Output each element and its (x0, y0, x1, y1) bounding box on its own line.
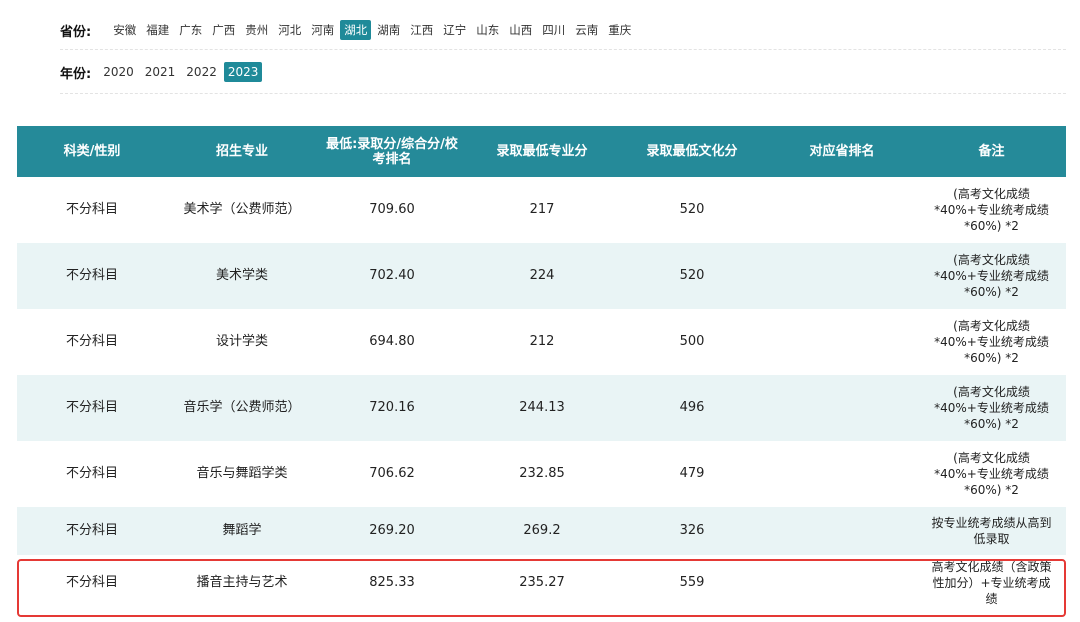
cell-min-major-score: 232.85 (519, 466, 565, 481)
cell-min-major-score: 224 (467, 243, 617, 309)
year-option[interactable]: 2023 (223, 62, 263, 82)
province-label: 省份: (60, 24, 92, 40)
table-row: 不分科目 播音主持与艺术 825.33 235.27 559 高考文化成绩（含政策性加分）… (17, 555, 1066, 611)
cell-min-culture-score: 520 (617, 243, 767, 309)
province-option[interactable]: 贵州 (241, 20, 272, 40)
cell-min-major-score: 235.27 (519, 575, 565, 590)
cell-min-score: 702.40 (317, 243, 467, 309)
table-row: 不分科目 美术学（公费师范） 709.60 217 520 (高考文化成绩*40%+专业统… (17, 177, 1066, 243)
province-option[interactable]: 安徽 (109, 20, 140, 40)
cell-min-score: 709.60 (369, 202, 415, 217)
cell-major: 设计学类 (215, 334, 268, 349)
cell-min-culture-score: 559 (679, 575, 705, 590)
table-row: 不分科目 音乐与舞蹈学类 706.62 232.85 479 (高考文化成绩*40%+专业… (17, 441, 1066, 507)
cell-category: 不分科目 (17, 507, 167, 555)
cell-min-major-score: 244.13 (467, 375, 617, 441)
province-option[interactable]: 山东 (472, 20, 503, 40)
header-min-culture-score: 录取最低文化分 (617, 126, 767, 177)
cell-min-score: 269.20 (317, 507, 467, 555)
year-option[interactable]: 2021 (141, 62, 180, 82)
cell-min-culture-score: 326 (617, 507, 767, 555)
cell-major: 音乐与舞蹈学类 (196, 466, 288, 481)
year-filter: 年份: 2020 2021 2022 2023 (60, 61, 265, 83)
cell-province-rank (767, 375, 917, 441)
cell-province-rank (767, 507, 917, 555)
province-option[interactable]: 山西 (505, 20, 536, 40)
cell-major: 音乐学（公费师范） (167, 375, 317, 441)
province-option[interactable]: 四川 (538, 20, 569, 40)
cell-note: (高考文化成绩*40%+专业统考成绩*60%) *2 (934, 451, 1049, 497)
province-option[interactable]: 河北 (274, 20, 305, 40)
cell-note: 高考文化成绩（含政策性加分）+专业统考成绩 (931, 560, 1052, 606)
header-min-major-score: 录取最低专业分 (467, 126, 617, 177)
cell-min-culture-score: 479 (679, 466, 705, 481)
year-option[interactable]: 2022 (182, 62, 221, 82)
cell-min-major-score: 212 (529, 334, 555, 349)
divider (60, 49, 1066, 50)
year-label: 年份: (60, 66, 92, 82)
cell-category: 不分科目 (17, 243, 167, 309)
province-options: 安徽 福建 广东 广西 贵州 河北 河南 湖北 湖南 江西 辽宁 山东 山西 四川 云南 重庆 (109, 20, 637, 40)
cell-note: (高考文化成绩*40%+专业统考成绩*60%) *2 (917, 243, 1066, 309)
cell-category: 不分科目 (65, 334, 118, 349)
table-row: 不分科目 美术学类 702.40 224 520 (高考文化成绩*40%+专业统考成绩*6… (17, 243, 1066, 309)
cell-category: 不分科目 (65, 466, 118, 481)
cell-province-rank (767, 177, 917, 243)
cell-major: 播音主持与艺术 (196, 575, 288, 590)
year-option[interactable]: 2020 (99, 62, 138, 82)
cell-major: 舞蹈学 (167, 507, 317, 555)
cell-min-culture-score: 520 (679, 202, 705, 217)
header-major: 招生专业 (167, 126, 317, 177)
province-option[interactable]: 广东 (175, 20, 206, 40)
table-row: 不分科目 设计学类 694.80 212 500 (高考文化成绩*40%+专业统考成绩*6… (17, 309, 1066, 375)
table-body: 不分科目 美术学（公费师范） 709.60 217 520 (高考文化成绩*40%+专业统… (17, 177, 1066, 611)
table-header-row: 科类/性别 招生专业 最低:录取分/综合分/校考排名 录取最低专业分 录取最低文… (17, 126, 1066, 177)
cell-min-major-score: 269.2 (467, 507, 617, 555)
cell-min-score: 720.16 (317, 375, 467, 441)
province-filter: 省份: 安徽 福建 广东 广西 贵州 河北 河南 湖北 湖南 江西 辽宁 山东 山西 四川 云南 重庆 (60, 19, 637, 41)
header-province-rank: 对应省排名 (767, 126, 917, 177)
year-options: 2020 2021 2022 2023 (99, 62, 265, 82)
cell-category: 不分科目 (65, 202, 118, 217)
province-option[interactable]: 江西 (406, 20, 437, 40)
cell-province-rank (767, 309, 917, 375)
cell-category: 不分科目 (65, 575, 118, 590)
cell-min-score: 825.33 (369, 575, 415, 590)
cell-min-major-score: 217 (529, 202, 555, 217)
province-option[interactable]: 湖北 (340, 20, 372, 40)
province-option[interactable]: 广西 (208, 20, 239, 40)
cell-note: 按专业统考成绩从高到低录取 (917, 507, 1066, 555)
cell-province-rank (767, 243, 917, 309)
cell-note: (高考文化成绩*40%+专业统考成绩*60%) *2 (934, 319, 1049, 365)
cell-province-rank (767, 441, 917, 507)
province-option[interactable]: 河南 (307, 20, 338, 40)
cell-min-culture-score: 500 (679, 334, 705, 349)
table-row: 不分科目 舞蹈学 269.20 269.2 326 按专业统考成绩从高到低录取 (17, 507, 1066, 555)
header-note: 备注 (917, 126, 1066, 177)
cell-min-score: 694.80 (369, 334, 415, 349)
cell-province-rank (767, 555, 917, 611)
table-row: 不分科目 音乐学（公费师范） 720.16 244.13 496 (高考文化成绩*40%+… (17, 375, 1066, 441)
province-option[interactable]: 云南 (571, 20, 602, 40)
cell-major: 美术学（公费师范） (183, 202, 301, 217)
cell-major: 美术学类 (167, 243, 317, 309)
cell-min-score: 706.62 (369, 466, 415, 481)
cell-category: 不分科目 (17, 375, 167, 441)
province-option[interactable]: 辽宁 (439, 20, 470, 40)
cell-min-culture-score: 496 (617, 375, 767, 441)
admission-table: 科类/性别 招生专业 最低:录取分/综合分/校考排名 录取最低专业分 录取最低文… (17, 126, 1066, 611)
header-category: 科类/性别 (17, 126, 167, 177)
province-option[interactable]: 福建 (142, 20, 173, 40)
province-option[interactable]: 湖南 (373, 20, 404, 40)
header-min-score: 最低:录取分/综合分/校考排名 (317, 126, 467, 177)
province-option[interactable]: 重庆 (604, 20, 635, 40)
divider (60, 93, 1066, 94)
cell-note: (高考文化成绩*40%+专业统考成绩*60%) *2 (934, 187, 1049, 233)
cell-note: (高考文化成绩*40%+专业统考成绩*60%) *2 (917, 375, 1066, 441)
